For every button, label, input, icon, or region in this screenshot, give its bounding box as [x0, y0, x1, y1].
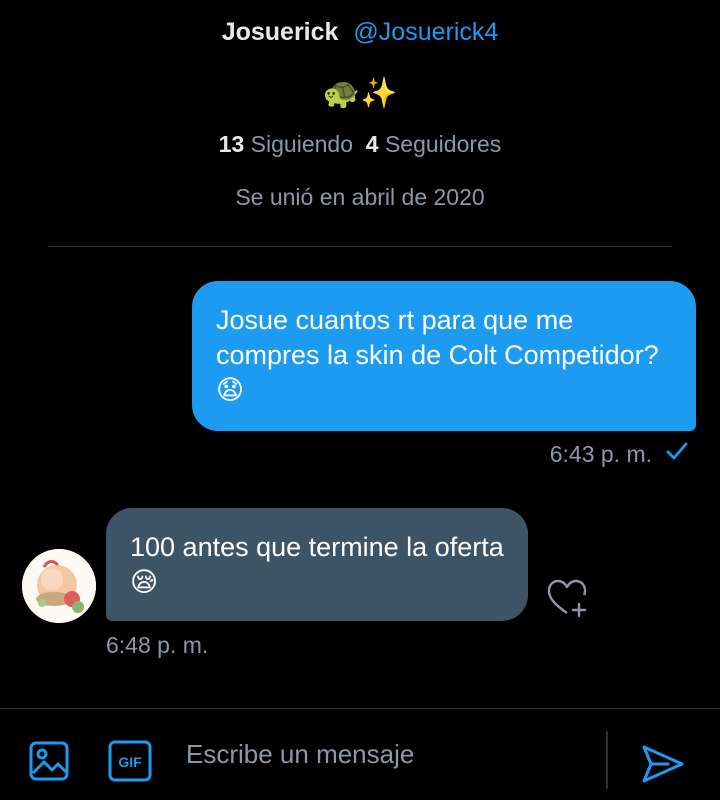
profile-header: Josuerick @Josuerick4 🐢✨ 13 Siguiendo 4 …: [0, 0, 720, 247]
heart-plus-icon[interactable]: [546, 578, 592, 618]
profile-bio: 🐢✨: [322, 77, 398, 110]
followers-count[interactable]: 4: [366, 131, 379, 157]
follow-stats: 13 Siguiendo 4 Seguidores: [0, 131, 720, 158]
outgoing-message-meta: 6:43 p. m.: [550, 440, 688, 468]
image-icon[interactable]: [28, 740, 70, 782]
gif-button[interactable]: GIF: [108, 740, 152, 782]
following-count[interactable]: 13: [219, 131, 245, 157]
outgoing-message-bubble[interactable]: Josue cuantos rt para que me compres la …: [192, 281, 696, 431]
display-name[interactable]: Josuerick: [222, 18, 339, 46]
following-label[interactable]: Siguiendo: [251, 131, 353, 157]
followers-label[interactable]: Seguidores: [385, 131, 501, 157]
incoming-message-time: 6:48 p. m.: [106, 632, 209, 658]
user-handle[interactable]: @Josuerick4: [353, 18, 498, 46]
checkmark-icon: [666, 440, 688, 468]
profile-name-row: Josuerick @Josuerick4: [0, 18, 720, 47]
incoming-message-bubble[interactable]: 100 antes que termine la oferta 😪: [106, 508, 528, 621]
message-composer: GIF: [0, 708, 720, 800]
gif-label: GIF: [118, 754, 142, 770]
outgoing-message-time: 6:43 p. m.: [549, 440, 652, 467]
joined-date: Se unió en abril de 2020: [235, 184, 485, 210]
avatar[interactable]: [22, 549, 96, 623]
send-icon[interactable]: [640, 743, 686, 785]
composer-divider: [606, 731, 608, 789]
header-divider: [48, 246, 672, 247]
message-input[interactable]: [186, 729, 596, 779]
